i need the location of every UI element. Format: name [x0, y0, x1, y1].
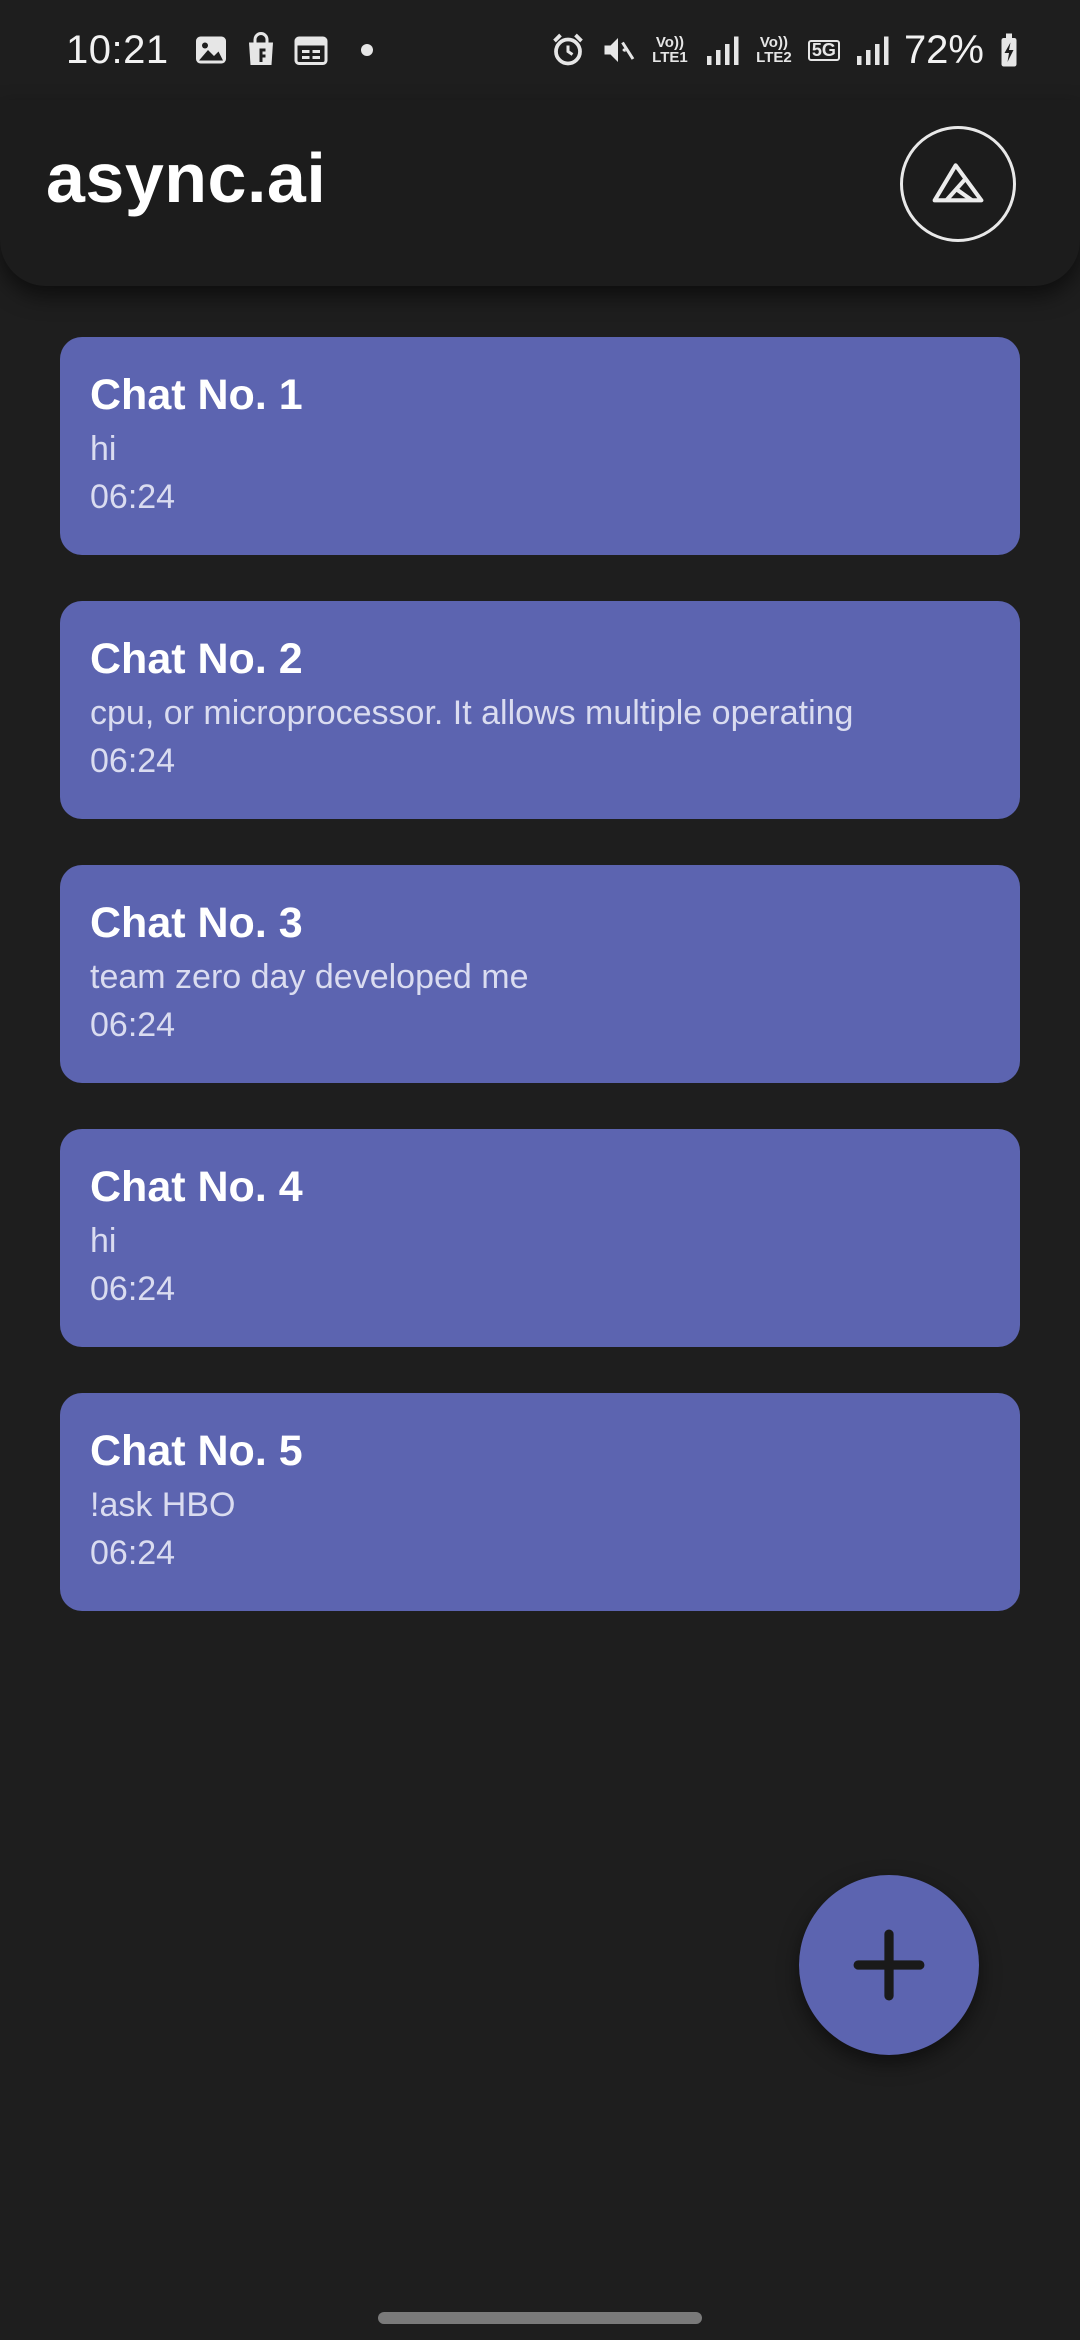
alarm-icon — [550, 32, 586, 68]
notification-dot — [360, 44, 373, 56]
signal-2-icon — [854, 32, 890, 68]
mute-icon — [600, 32, 636, 68]
chat-title: Chat No. 4 — [90, 1163, 303, 1211]
chat-time: 06:24 — [90, 1534, 176, 1572]
image-icon — [193, 32, 229, 68]
new-chat-button[interactable] — [799, 1875, 979, 2055]
chat-card-2[interactable]: Chat No. 2 cpu, or microprocessor. It al… — [60, 601, 1020, 819]
chat-card-5[interactable]: Chat No. 5 !ask HBO 06:24 — [60, 1393, 1020, 1611]
chat-time: 06:24 — [90, 1006, 176, 1044]
chat-list: Chat No. 1 hi 06:24 Chat No. 2 cpu, or m… — [60, 337, 1020, 1657]
chat-preview: team zero day developed me — [90, 958, 529, 996]
chat-title: Chat No. 2 — [90, 635, 303, 683]
status-right: Vo)) LTE1 Vo)) LTE2 5G 72% — [550, 28, 1020, 73]
status-left: 10:21 — [66, 28, 373, 73]
volte-lte2-icon: Vo)) LTE2 — [756, 34, 792, 66]
chat-preview: cpu, or microprocessor. It allows multip… — [90, 694, 854, 732]
calendar-icon — [293, 32, 329, 68]
chat-time: 06:24 — [90, 742, 176, 780]
chat-preview: hi — [90, 1222, 117, 1260]
chat-time: 06:24 — [90, 1270, 176, 1308]
gesture-nav-bar[interactable] — [378, 2312, 702, 2324]
triangle-logo-icon — [932, 163, 984, 203]
app-title: async.ai — [46, 139, 327, 217]
chat-title: Chat No. 1 — [90, 371, 303, 419]
app-bar: async.ai — [0, 100, 1080, 286]
chat-preview: !ask HBO — [90, 1486, 236, 1524]
plus-icon — [853, 1929, 925, 2001]
chat-preview: hi — [90, 430, 117, 468]
battery-charging-icon — [998, 32, 1020, 68]
chat-card-4[interactable]: Chat No. 4 hi 06:24 — [60, 1129, 1020, 1347]
network-5g-icon: 5G — [807, 39, 840, 61]
chat-card-1[interactable]: Chat No. 1 hi 06:24 — [60, 337, 1020, 555]
signal-1-icon — [704, 32, 740, 68]
battery-percentage: 72% — [903, 27, 984, 72]
chat-title: Chat No. 5 — [90, 1427, 303, 1475]
chat-title: Chat No. 3 — [90, 899, 303, 947]
status-bar: 10:21 Vo)) LTE1 Vo)) LTE2 5G 72% — [0, 0, 1080, 100]
shopping-bag-icon — [243, 32, 279, 68]
chat-card-3[interactable]: Chat No. 3 team zero day developed me 06… — [60, 865, 1020, 1083]
theme-toggle-button[interactable] — [900, 126, 1016, 242]
volte-lte1-icon: Vo)) LTE1 — [652, 34, 688, 66]
chat-time: 06:24 — [90, 478, 176, 516]
status-time: 10:21 — [66, 27, 169, 72]
